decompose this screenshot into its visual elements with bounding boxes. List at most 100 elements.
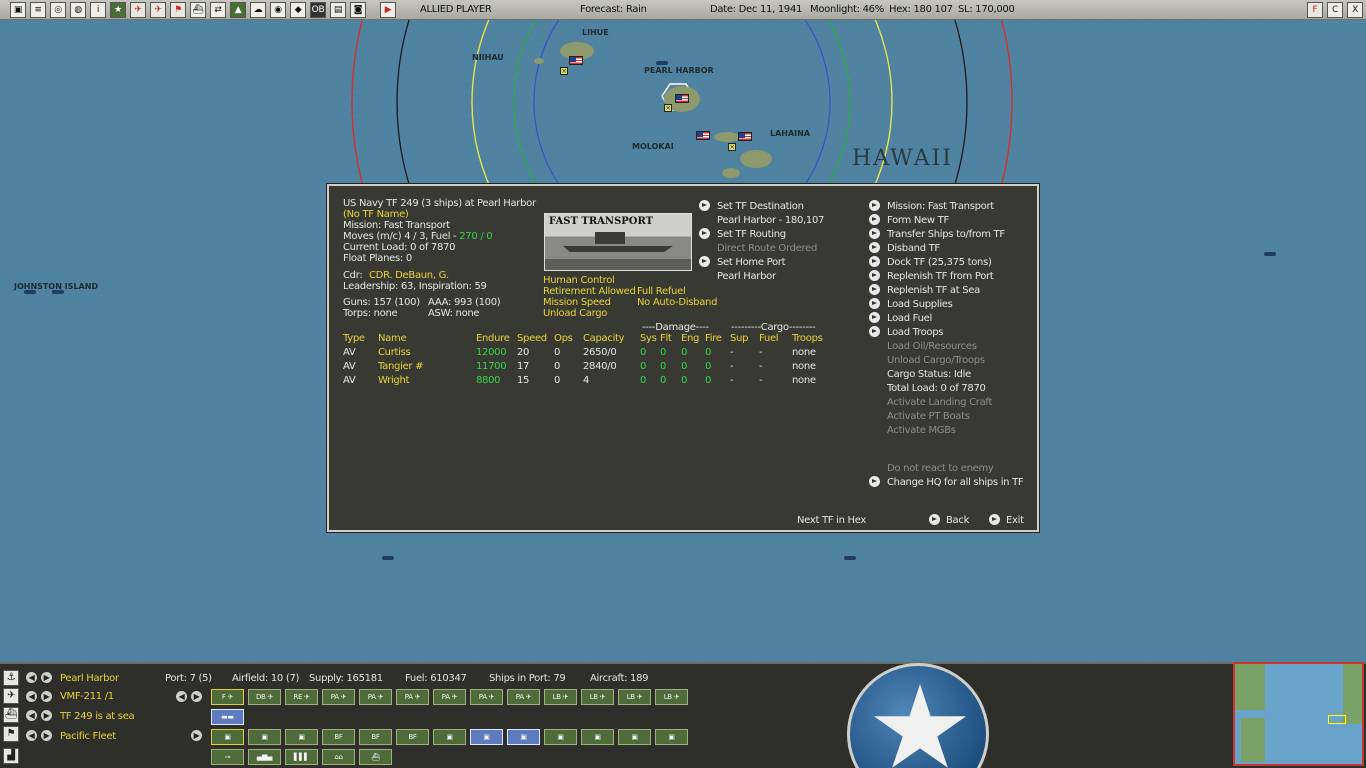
hq-unit-slot[interactable]: BF: [396, 729, 429, 745]
ship-icon[interactable]: [24, 290, 36, 294]
disband-option[interactable]: No Auto-Disband: [637, 297, 717, 308]
next-base-icon[interactable]: ▶: [41, 672, 52, 683]
ground-unit-icon[interactable]: ×: [560, 67, 568, 75]
next-air-icon[interactable]: ▶: [41, 691, 52, 702]
next-tf-button[interactable]: Next TF in Hex: [797, 515, 866, 526]
routes-icon[interactable]: ⇄: [210, 2, 226, 18]
commander-name[interactable]: CDR. DeBaun, G.: [369, 270, 449, 281]
ground-slot[interactable]: ▄▆▄: [248, 749, 281, 765]
hq-unit-slot[interactable]: ▣: [285, 729, 318, 745]
base-name[interactable]: Pearl Harbor: [60, 673, 119, 684]
ship-icon[interactable]: [52, 290, 64, 294]
us-flag-icon[interactable]: [569, 56, 583, 65]
close-button[interactable]: X: [1347, 2, 1363, 18]
tf-name[interactable]: (No TF Name): [343, 209, 409, 220]
destination-menu-item[interactable]: Set Home Port: [717, 257, 786, 268]
air-unit-slot[interactable]: LB ✈: [544, 689, 577, 705]
hq-unit-slot[interactable]: ▣: [211, 729, 244, 745]
prev-tf-icon[interactable]: ◀: [26, 710, 37, 721]
prev-air-icon[interactable]: ◀: [26, 691, 37, 702]
flag-toggle-icon[interactable]: F: [1307, 2, 1323, 18]
air-unit-slot[interactable]: PA ✈: [359, 689, 392, 705]
hq-name[interactable]: Pacific Fleet: [60, 731, 116, 742]
hq-unit-slot[interactable]: ▣: [507, 729, 540, 745]
change-hq-button[interactable]: Change HQ for all ships in TF: [887, 477, 1024, 488]
ships-icon[interactable]: ◍: [70, 2, 86, 18]
ship-icon[interactable]: [844, 556, 856, 560]
prev-air-unit-icon[interactable]: ◀: [176, 691, 187, 702]
tf-ship-slot[interactable]: ▬▬: [211, 709, 244, 725]
destination-menu-item[interactable]: Set TF Destination: [717, 201, 804, 212]
tf-command-item[interactable]: Dock TF (25,375 tons): [887, 257, 992, 268]
speed-option[interactable]: Mission Speed: [543, 297, 611, 308]
tf-command-item[interactable]: Load Supplies: [887, 299, 953, 310]
anchor-icon[interactable]: ⚓: [3, 670, 19, 686]
us-flag-icon[interactable]: [738, 132, 752, 141]
tf-status[interactable]: TF 249 is at sea: [60, 711, 135, 722]
hq-unit-slot[interactable]: BF: [359, 729, 392, 745]
weather-icon[interactable]: ☁: [250, 2, 266, 18]
terrain-icon[interactable]: ▲: [230, 2, 246, 18]
convoy-icon[interactable]: ⛴: [190, 2, 206, 18]
tf-command-item[interactable]: Replenish TF from Port: [887, 271, 994, 282]
air-unit-slot[interactable]: PA ✈: [322, 689, 355, 705]
ground-slot[interactable]: ⛴: [359, 749, 392, 765]
destination-menu-item[interactable]: Set TF Routing: [717, 229, 786, 240]
end-turn-icon[interactable]: ▶: [380, 2, 396, 18]
minimap-viewport-box[interactable]: [1328, 715, 1346, 724]
air-unit-name[interactable]: VMF-211 /1: [60, 691, 114, 702]
console-button[interactable]: C: [1327, 2, 1343, 18]
star-icon[interactable]: ★: [110, 2, 126, 18]
tf-command-item[interactable]: Cargo Status: Idle: [887, 369, 971, 380]
air-unit-slot[interactable]: PA ✈: [396, 689, 429, 705]
tf-command-item[interactable]: Form New TF: [887, 215, 949, 226]
air-unit-slot[interactable]: LB ✈: [581, 689, 614, 705]
cell-name[interactable]: Wright: [378, 375, 409, 386]
flag-icon[interactable]: ⚑: [170, 2, 186, 18]
hq-next-icon[interactable]: ▶: [191, 730, 202, 741]
tf-command-item[interactable]: Load Fuel: [887, 313, 932, 324]
ground-slot[interactable]: ▌▌▌: [285, 749, 318, 765]
ground-unit-icon[interactable]: ×: [728, 143, 736, 151]
do-not-react-option[interactable]: Do not react to enemy: [887, 463, 994, 474]
cell-name[interactable]: Curtiss: [378, 347, 411, 358]
refuel-option[interactable]: Full Refuel: [637, 286, 686, 297]
us-flag-icon[interactable]: [696, 131, 710, 140]
air-unit-slot[interactable]: F ✈: [211, 689, 244, 705]
unload-option[interactable]: Unload Cargo: [543, 308, 607, 319]
air-ops-icon[interactable]: ✈: [130, 2, 146, 18]
minimap[interactable]: [1233, 662, 1364, 766]
next-tf-icon[interactable]: ▶: [41, 710, 52, 721]
prev-base-icon[interactable]: ◀: [26, 672, 37, 683]
air-unit-slot[interactable]: LB ✈: [618, 689, 651, 705]
globe-icon[interactable]: ◉: [270, 2, 286, 18]
hq-unit-slot[interactable]: ▣: [433, 729, 466, 745]
orders-icon[interactable]: ◆: [290, 2, 306, 18]
air-unit-slot[interactable]: LB ✈: [655, 689, 688, 705]
ob-icon[interactable]: OB: [310, 2, 326, 18]
tf-command-item[interactable]: Transfer Ships to/from TF: [887, 229, 1005, 240]
cell-name[interactable]: Tangier #: [378, 361, 423, 372]
air-unit-slot[interactable]: PA ✈: [507, 689, 540, 705]
air-missions-icon[interactable]: ✈: [150, 2, 166, 18]
hq-unit-slot[interactable]: ▣: [248, 729, 281, 745]
air-unit-slot[interactable]: PA ✈: [470, 689, 503, 705]
next-air-unit-icon[interactable]: ▶: [191, 691, 202, 702]
control-option[interactable]: Human Control: [543, 275, 615, 286]
tf-command-item[interactable]: Replenish TF at Sea: [887, 285, 980, 296]
ground-slot[interactable]: ⊸: [211, 749, 244, 765]
save-icon[interactable]: ◙: [350, 2, 366, 18]
hq-unit-slot[interactable]: BF: [322, 729, 355, 745]
ground-unit-icon[interactable]: ×: [664, 104, 672, 112]
back-button[interactable]: Back: [946, 515, 969, 526]
tf-command-item[interactable]: Mission: Fast Transport: [887, 201, 994, 212]
ship-icon[interactable]: [382, 556, 394, 560]
tf-command-item[interactable]: Total Load: 0 of 7870: [887, 383, 986, 394]
list-icon[interactable]: ≡: [30, 2, 46, 18]
aircraft-icon[interactable]: ✈: [3, 688, 19, 704]
ground-unit-row-icon[interactable]: ▟: [3, 748, 19, 764]
hq-flag-icon[interactable]: ⚑: [3, 726, 19, 742]
tf-command-item[interactable]: Disband TF: [887, 243, 940, 254]
us-flag-icon[interactable]: [675, 94, 689, 103]
hq-unit-slot[interactable]: ▣: [544, 729, 577, 745]
